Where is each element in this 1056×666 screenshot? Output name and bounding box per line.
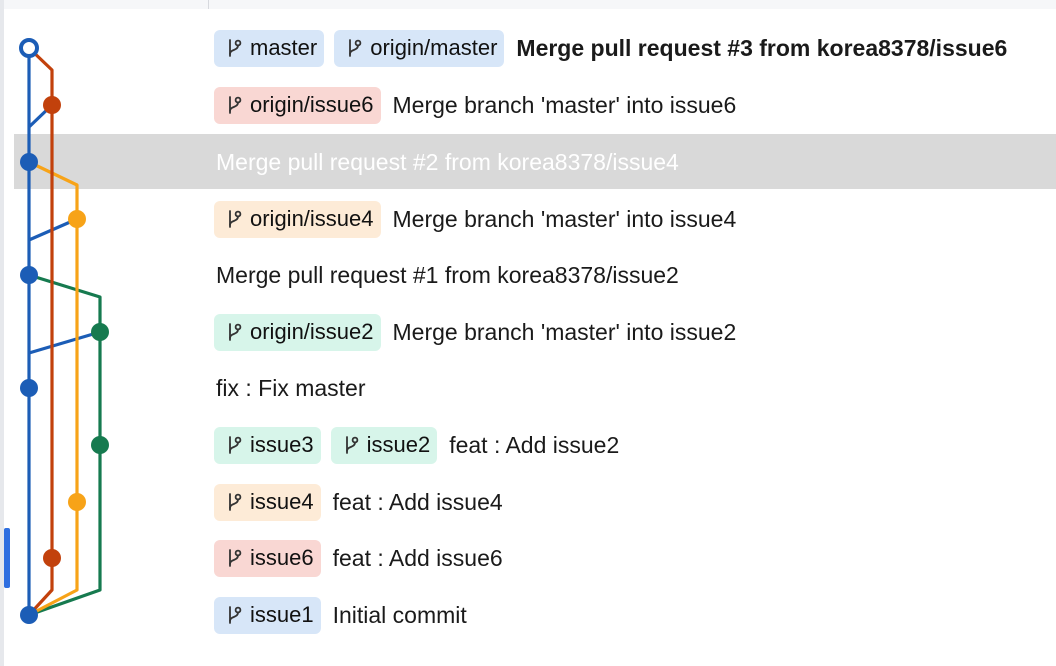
branch-icon — [224, 434, 244, 456]
commit-row[interactable]: issue1 Initial commit — [214, 595, 467, 635]
git-log-panel: master origin/master Merge pull request #3… — [0, 0, 1056, 666]
commit-node[interactable] — [68, 493, 86, 511]
commit-node[interactable] — [20, 379, 38, 397]
commit-node[interactable] — [20, 606, 38, 624]
commit-subject: feat : Add issue4 — [332, 488, 503, 515]
commit-node-head[interactable] — [19, 38, 39, 58]
branch-ref-tag[interactable]: origin/issue6 — [214, 86, 381, 124]
branch-icon — [224, 321, 244, 343]
commit-node[interactable] — [91, 436, 109, 454]
commit-subject: Merge branch 'master' into issue6 — [392, 91, 737, 118]
commit-graph — [19, 38, 109, 624]
commit-row[interactable]: origin/issue2 Merge branch 'master' into … — [214, 312, 736, 352]
branch-icon — [224, 547, 244, 569]
branch-ref-label: issue3 — [250, 432, 314, 457]
commit-row[interactable]: master origin/master Merge pull request #3… — [214, 28, 1007, 68]
branch-icon — [224, 37, 244, 59]
branch-ref-tag[interactable]: origin/issue4 — [214, 200, 381, 238]
branch-ref-tag[interactable]: origin/master — [334, 29, 505, 67]
commit-row[interactable]: origin/issue4 Merge branch 'master' into … — [214, 199, 736, 239]
branch-ref-tag[interactable]: origin/issue2 — [214, 313, 381, 351]
branch-ref-label: origin/issue2 — [250, 319, 374, 344]
branch-ref-tag[interactable]: issue6 — [214, 539, 321, 577]
commit-row[interactable]: issue4 feat : Add issue4 — [214, 482, 503, 522]
branch-icon — [224, 491, 244, 513]
commit-row[interactable]: Merge pull request #2 from korea8378/iss… — [214, 142, 679, 182]
branch-icon — [224, 208, 244, 230]
commit-subject: fix : Fix master — [216, 374, 366, 401]
branch-ref-tag[interactable]: issue2 — [330, 426, 438, 464]
branch-icon — [224, 604, 244, 626]
branch-icon — [344, 37, 364, 59]
graph-line-issue6 — [27, 46, 54, 617]
branch-ref-label: origin/issue6 — [250, 92, 374, 117]
commit-subject: Initial commit — [332, 601, 467, 628]
commit-subject: Merge branch 'master' into issue4 — [392, 205, 737, 232]
commit-node[interactable] — [20, 153, 38, 171]
branch-icon — [224, 94, 244, 116]
commit-subject: Merge pull request #3 from korea8378/iss… — [516, 34, 1008, 61]
branch-ref-label: master — [250, 35, 318, 60]
commit-subject: Merge pull request #2 from korea8378/iss… — [216, 148, 679, 175]
branch-ref-label: issue4 — [250, 489, 314, 514]
commit-node[interactable] — [43, 549, 61, 567]
branch-icon — [341, 434, 361, 456]
commit-row[interactable]: Merge pull request #1 from korea8378/iss… — [214, 255, 679, 295]
commit-node[interactable] — [91, 323, 109, 341]
commit-row[interactable]: issue3 issue2 feat : Add issue2 — [214, 425, 619, 465]
commit-subject: feat : Add issue2 — [449, 431, 620, 458]
commit-row[interactable]: fix : Fix master — [214, 368, 366, 408]
branch-ref-label: origin/master — [370, 35, 498, 60]
commit-subject: Merge pull request #1 from korea8378/iss… — [216, 261, 679, 288]
commit-node[interactable] — [43, 96, 61, 114]
commit-row[interactable]: issue6 feat : Add issue6 — [214, 538, 503, 578]
branch-ref-label: issue2 — [366, 432, 431, 457]
graph-line-issue2 — [28, 273, 102, 617]
branch-ref-label: issue1 — [250, 602, 314, 627]
branch-ref-tag[interactable]: master — [214, 29, 325, 67]
branch-ref-label: origin/issue4 — [250, 206, 374, 231]
commit-node[interactable] — [20, 266, 38, 284]
commit-row[interactable]: origin/issue6 Merge branch 'master' into … — [214, 85, 736, 125]
graph-merge-line-issue2 — [28, 330, 101, 355]
branch-ref-tag[interactable]: issue1 — [214, 596, 321, 634]
commit-subject: feat : Add issue6 — [332, 544, 503, 571]
branch-ref-label: issue6 — [250, 545, 314, 570]
commit-node[interactable] — [68, 210, 86, 228]
branch-ref-tag[interactable]: issue3 — [214, 426, 321, 464]
branch-ref-tag[interactable]: issue4 — [214, 483, 321, 521]
commit-subject: Merge branch 'master' into issue2 — [392, 318, 737, 345]
